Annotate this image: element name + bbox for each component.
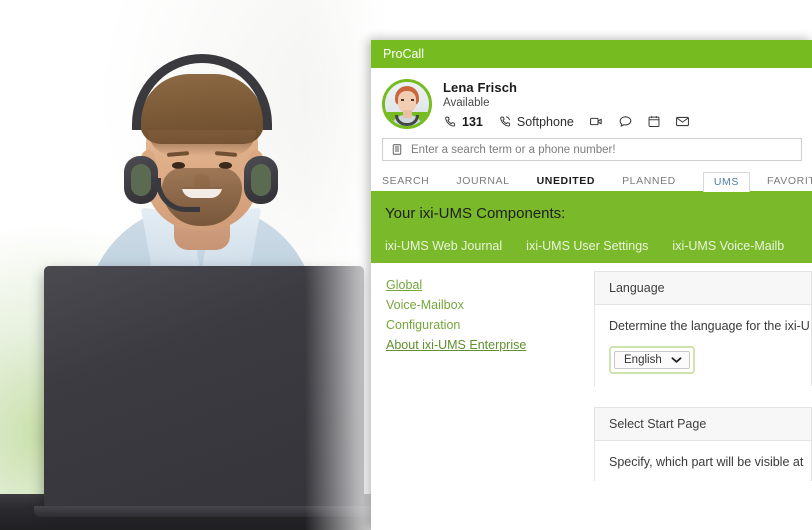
card-start-page-title: Select Start Page [609, 417, 707, 431]
sidebar-item-configuration[interactable]: Configuration [386, 318, 588, 332]
search-input[interactable]: Enter a search term or a phone number! [382, 138, 802, 161]
ums-banner: Your ixi-UMS Components: ixi-UMS Web Jou… [371, 193, 812, 263]
ums-banner-heading: Your ixi-UMS Components: [385, 205, 566, 222]
card-language-body: Determine the language for the ixi-U Eng… [595, 305, 811, 386]
card-language-title: Language [609, 281, 665, 295]
card-language-header: Language [595, 272, 811, 305]
card-language: Language Determine the language for the … [594, 271, 812, 386]
tab-favorites[interactable]: FAVORITES [767, 175, 812, 191]
ums-sidenav: Global Voice-Mailbox Configuration About… [371, 263, 588, 506]
ums-component-links: ixi-UMS Web Journal ixi-UMS User Setting… [385, 239, 812, 253]
video-camera-icon[interactable] [589, 114, 604, 129]
link-ixi-ums-user-settings[interactable]: ixi-UMS User Settings [526, 239, 648, 253]
avatar-eye-left [401, 99, 404, 101]
tab-planned[interactable]: PLANNED [622, 175, 676, 191]
calendar-icon[interactable] [647, 114, 661, 129]
card-language-description: Determine the language for the ixi-U [609, 319, 810, 333]
search-section: Enter a search term or a phone number! [371, 138, 812, 161]
envelope-icon[interactable] [675, 114, 690, 129]
sidebar-item-global[interactable]: Global [386, 278, 588, 292]
hero-photo [0, 0, 395, 530]
avatar-eye-right [411, 99, 414, 101]
profile-info: Lena Frisch Available 131 Softphone [443, 79, 704, 129]
contact-card-icon [391, 143, 403, 156]
tab-ums[interactable]: UMS [702, 172, 751, 192]
screenshot-root: ProCall Lena Frisch Available 131 Softph… [0, 0, 812, 530]
avatar[interactable] [382, 79, 432, 129]
phone-icon [443, 115, 457, 129]
extension-number: 131 [462, 114, 483, 129]
window-titlebar: ProCall [371, 40, 812, 68]
window-title: ProCall [383, 47, 424, 61]
tab-bar: SEARCH JOURNAL UNEDITED PLANNED UMS FAVO… [371, 171, 812, 193]
language-select-focus-ring: English [609, 346, 695, 374]
headset-earcup-right [244, 156, 278, 204]
profile-section: Lena Frisch Available 131 Softphone [371, 68, 812, 136]
procall-window: ProCall Lena Frisch Available 131 Softph… [371, 40, 812, 530]
tab-search[interactable]: SEARCH [382, 175, 429, 191]
softphone-label: Softphone [516, 114, 574, 129]
headset-phone-icon [498, 115, 512, 129]
card-start-page-body: Specify, which part will be visible at [595, 441, 811, 481]
headset-band [132, 54, 272, 130]
search-placeholder: Enter a search term or a phone number! [411, 143, 616, 156]
profile-name: Lena Frisch [443, 80, 518, 95]
card-start-page-description: Specify, which part will be visible at [609, 455, 804, 469]
softphone-group[interactable]: Softphone [498, 115, 574, 129]
profile-action-row: 131 Softphone [443, 114, 704, 129]
profile-status[interactable]: Available [443, 97, 704, 109]
extension-group[interactable]: 131 [443, 115, 483, 129]
language-select-value: English [624, 354, 662, 366]
ums-body: Global Voice-Mailbox Configuration About… [371, 263, 812, 506]
sidebar-item-about[interactable]: About ixi-UMS Enterprise [386, 338, 588, 352]
tab-journal[interactable]: JOURNAL [456, 175, 509, 191]
link-ixi-ums-voice-mailbox[interactable]: ixi-UMS Voice-Mailb [672, 239, 784, 253]
headset-earcup-left [124, 156, 158, 204]
tab-unedited[interactable]: UNEDITED [537, 175, 595, 191]
language-select[interactable]: English [614, 351, 690, 369]
chevron-down-icon [671, 356, 682, 364]
card-start-page: Select Start Page Specify, which part wi… [594, 407, 812, 481]
sidebar-item-voice-mailbox[interactable]: Voice-Mailbox [386, 298, 588, 312]
chat-bubble-icon[interactable] [618, 114, 633, 129]
link-ixi-ums-web-journal[interactable]: ixi-UMS Web Journal [385, 239, 502, 253]
ums-content: Language Determine the language for the … [588, 263, 812, 506]
card-start-page-header: Select Start Page [595, 408, 811, 441]
